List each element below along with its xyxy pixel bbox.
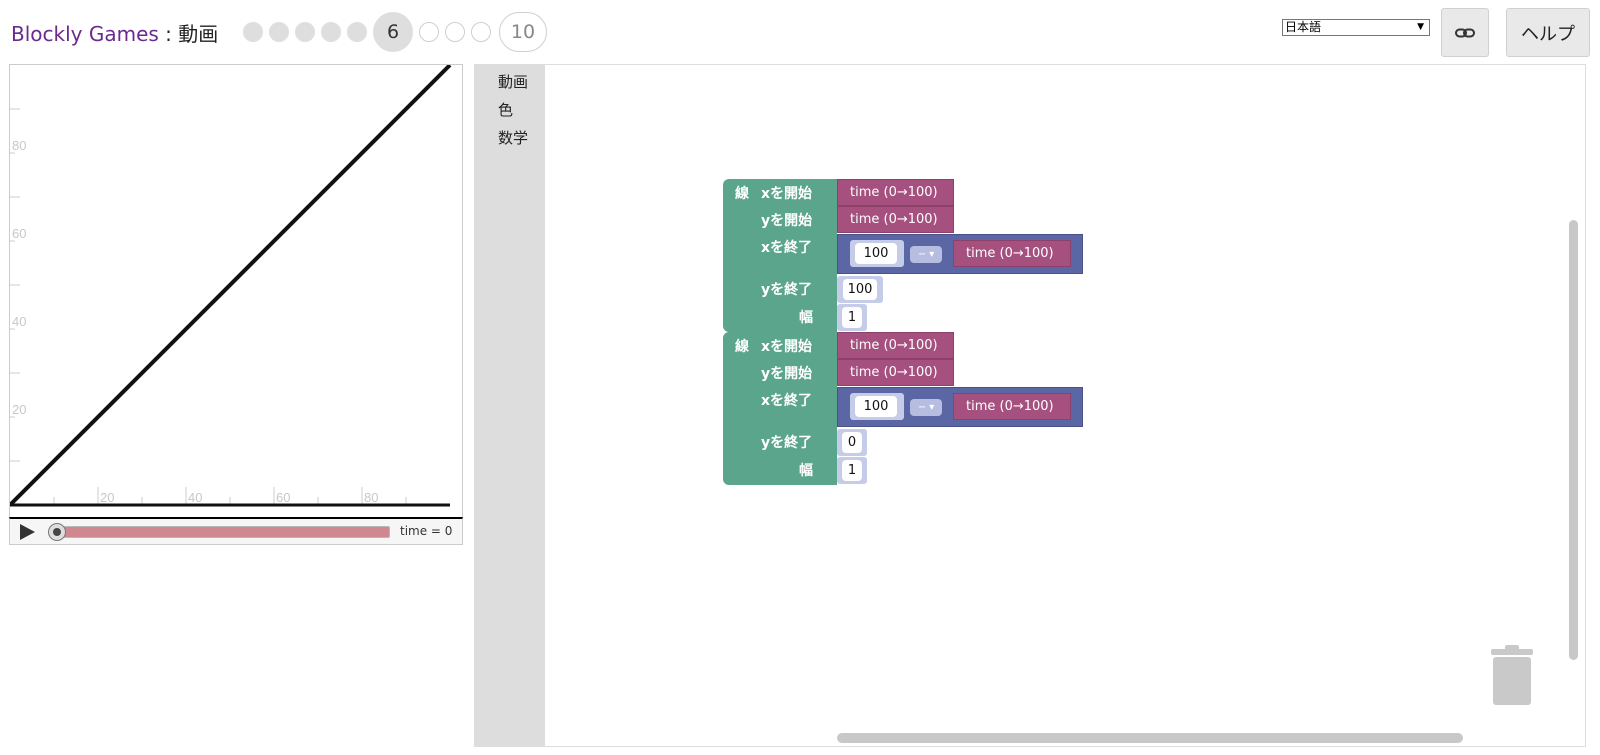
x-start-label: xを開始 — [761, 186, 813, 202]
time-block[interactable]: time (0→100) — [837, 179, 954, 206]
header: Blockly Games : 動画 6 10 日本語 ▼ ヘルプ — [0, 0, 1600, 62]
number-field[interactable]: 1 — [842, 307, 862, 328]
toolbox: 動画 色 数学 — [475, 65, 545, 746]
operator-dropdown[interactable]: − ▾ — [910, 399, 942, 416]
width-label: 幅 — [799, 310, 813, 326]
level-9-dot[interactable] — [471, 22, 491, 42]
page-name: 動画 — [178, 22, 219, 46]
level-5-dot[interactable] — [347, 22, 367, 42]
dropdown-arrow-icon: ▼ — [1417, 22, 1424, 32]
time-slider-knob[interactable] — [48, 523, 66, 541]
link-button[interactable] — [1441, 8, 1489, 57]
toolbox-category-math[interactable]: 数学 — [498, 127, 528, 148]
x-tick-label: 60 — [276, 490, 290, 505]
current-level[interactable]: 6 — [373, 12, 413, 52]
time-block[interactable]: time (0→100) — [837, 332, 954, 359]
last-level[interactable]: 10 — [499, 12, 547, 52]
width-label: 幅 — [799, 463, 813, 479]
y-end-label: yを終了 — [761, 282, 813, 298]
line-label: 線 — [735, 339, 749, 355]
trash-icon[interactable] — [1489, 645, 1535, 707]
x-tick-label: 40 — [188, 490, 202, 505]
level-4-dot[interactable] — [321, 22, 341, 42]
title-separator: : — [158, 22, 179, 46]
time-block[interactable]: time (0→100) — [837, 206, 954, 233]
x-tick-label: 80 — [364, 490, 378, 505]
display-svg: 80 60 40 20 20 40 60 80 — [10, 65, 452, 507]
number-field[interactable]: 1 — [842, 460, 862, 481]
y-start-label: yを開始 — [761, 213, 813, 229]
level-3-dot[interactable] — [295, 22, 315, 42]
number-field[interactable]: 100 — [843, 279, 877, 300]
toolbox-category-colour[interactable]: 色 — [498, 99, 513, 120]
y-tick-label: 60 — [12, 226, 26, 241]
link-icon — [1455, 28, 1475, 37]
visualization-canvas: 80 60 40 20 20 40 60 80 — [9, 64, 463, 517]
brand-link[interactable]: Blockly Games — [11, 22, 159, 46]
blockly-workspace[interactable]: 動画 色 数学 線 xを開始 yを開始 xを終了 yを終了 幅 time (0→… — [474, 64, 1586, 747]
vertical-scrollbar[interactable] — [1569, 220, 1578, 660]
y-tick-label: 40 — [12, 314, 26, 329]
x-tick-label: 20 — [100, 490, 114, 505]
drawn-diagonal-line — [10, 65, 452, 507]
y-tick-label: 80 — [12, 138, 26, 153]
x-start-label: xを開始 — [761, 339, 813, 355]
number-field[interactable]: 0 — [842, 432, 862, 453]
playback-bar: time = 0 — [9, 517, 463, 545]
level-7-dot[interactable] — [419, 22, 439, 42]
time-block[interactable]: time (0→100) — [953, 240, 1071, 267]
time-readout: time = 0 — [400, 524, 453, 538]
x-end-label: xを終了 — [761, 240, 813, 256]
line-label: 線 — [735, 186, 749, 202]
number-field[interactable]: 100 — [855, 243, 897, 264]
page-title: Blockly Games : 動画 — [11, 18, 218, 47]
horizontal-scrollbar[interactable] — [837, 733, 1463, 743]
language-select[interactable]: 日本語 ▼ — [1282, 19, 1430, 36]
time-block[interactable]: time (0→100) — [837, 359, 954, 386]
y-start-label: yを開始 — [761, 366, 813, 382]
time-slider-track[interactable] — [50, 526, 390, 538]
time-block[interactable]: time (0→100) — [953, 393, 1071, 420]
level-8-dot[interactable] — [445, 22, 465, 42]
y-end-label: yを終了 — [761, 435, 813, 451]
toolbox-category-animation[interactable]: 動画 — [498, 71, 528, 92]
level-1-dot[interactable] — [243, 22, 263, 42]
play-icon[interactable] — [14, 522, 38, 542]
help-button[interactable]: ヘルプ — [1506, 8, 1590, 57]
y-tick-label: 20 — [12, 402, 26, 417]
x-end-label: xを終了 — [761, 393, 813, 409]
level-2-dot[interactable] — [269, 22, 289, 42]
language-value: 日本語 — [1285, 20, 1322, 34]
number-field[interactable]: 100 — [855, 396, 897, 417]
operator-dropdown[interactable]: − ▾ — [910, 246, 942, 263]
level-selector: 6 10 — [243, 12, 553, 52]
